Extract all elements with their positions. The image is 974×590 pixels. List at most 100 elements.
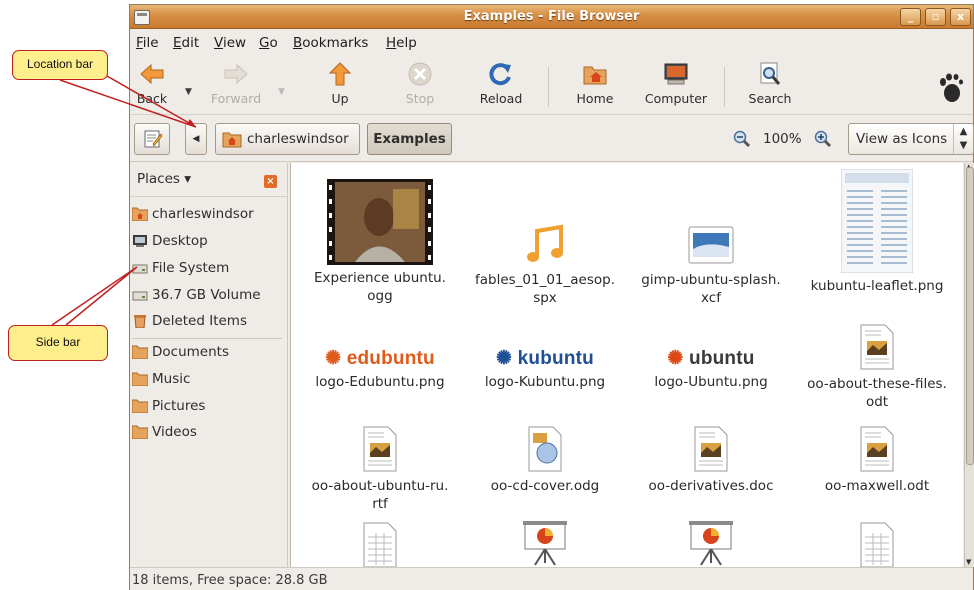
menu-help[interactable]: Help	[386, 35, 417, 51]
crumb-home-label: charleswindsor	[247, 131, 349, 147]
menu-bar: File Edit View Go Bookmarks Help	[130, 30, 973, 56]
close-side-pane-icon[interactable]: ×	[264, 175, 277, 188]
path-crumb-home[interactable]: charleswindsor	[215, 123, 360, 155]
search-button[interactable]: Search	[742, 61, 798, 111]
document-icon	[363, 426, 397, 472]
side-bar-pointer	[51, 266, 138, 326]
menu-bookmarks[interactable]: Bookmarks	[293, 35, 368, 51]
file-item[interactable]: oo-derivatives.doc	[631, 425, 791, 495]
zoom-level[interactable]: 100%	[763, 131, 802, 147]
scrollbar-thumb[interactable]	[966, 167, 974, 465]
kubuntu-logo: ✺ kubuntu	[496, 348, 594, 369]
file-name: gimp-ubuntu-splash. xcf	[641, 272, 781, 306]
sidebar-item-label: Documents	[152, 344, 229, 360]
folder-icon	[132, 372, 148, 386]
sidebar-item-label: Deleted Items	[152, 313, 247, 329]
music-note-icon	[527, 224, 563, 262]
file-item[interactable]: kubuntu-leaflet.png	[797, 168, 957, 295]
file-item[interactable]: oo-about-these-files. odt	[797, 323, 957, 411]
toggle-location-entry-button[interactable]	[134, 123, 170, 155]
file-item[interactable]: Experience ubuntu. ogg	[300, 179, 460, 305]
reload-button[interactable]: Reload	[474, 61, 528, 111]
stop-button[interactable]: Stop	[398, 61, 442, 111]
file-item[interactable]: gimp-ubuntu-splash. xcf	[631, 223, 791, 307]
file-item[interactable]: ✺ edubuntu logo-Edubuntu.png	[300, 347, 460, 391]
file-name: Experience ubuntu. ogg	[314, 270, 446, 304]
reload-label: Reload	[479, 91, 523, 106]
title-bar[interactable]: Examples - File Browser _ ▫ x	[130, 5, 973, 29]
file-item[interactable]: ✺ kubuntu logo-Kubuntu.png	[465, 347, 625, 391]
menu-file[interactable]: File	[136, 35, 159, 51]
path-scroll-left-button[interactable]: ◀	[185, 123, 207, 155]
sidebar-item-label: Pictures	[152, 398, 206, 414]
kubuntu-logo-text: kubuntu	[517, 348, 594, 369]
side-bar-callout: Side bar	[8, 325, 108, 361]
computer-label: Computer	[644, 91, 708, 106]
ubuntu-logo-text: ubuntu	[689, 348, 755, 369]
trash-icon	[134, 315, 146, 328]
menu-go[interactable]: Go	[259, 35, 278, 51]
home-folder-icon	[132, 207, 148, 221]
sidebar-item-home[interactable]: charleswindsor	[132, 203, 282, 227]
file-item[interactable]	[465, 519, 625, 567]
back-button[interactable]: Back	[132, 61, 172, 111]
sidebar-item-videos[interactable]: Videos	[132, 421, 282, 445]
up-button[interactable]: Up	[320, 61, 360, 111]
file-item[interactable]	[797, 521, 957, 567]
gnome-foot-icon	[940, 73, 963, 102]
location-bar: ◀ charleswindsor Examples 100% View as I…	[130, 116, 974, 162]
file-name: oo-maxwell.odt	[824, 478, 930, 494]
forward-button[interactable]: Forward	[206, 61, 266, 111]
vertical-scrollbar[interactable]: ▲ ▼	[964, 163, 974, 567]
minimize-button[interactable]: _	[900, 8, 921, 26]
computer-icon	[664, 63, 688, 85]
menu-edit[interactable]: Edit	[173, 35, 199, 51]
back-label: Back	[136, 91, 168, 106]
edubuntu-logo-text: edubuntu	[346, 348, 435, 369]
side-pane-header: Places ▾ ×	[130, 163, 288, 197]
file-item[interactable]: oo-about-ubuntu-ru. rtf	[300, 425, 460, 513]
view-mode-select[interactable]: View as Icons ▲ ▼	[848, 123, 974, 155]
file-name: kubuntu-leaflet.png	[810, 278, 944, 294]
view-mode-value: View as Icons	[856, 131, 948, 147]
scroll-down-arrow-icon[interactable]: ▼	[966, 558, 971, 566]
file-item[interactable]: fables_01_01_aesop. spx	[465, 223, 625, 307]
up-arrow-icon	[328, 62, 352, 86]
stop-label: Stop	[405, 91, 435, 106]
document-icon	[694, 426, 728, 472]
sidebar-item-documents[interactable]: Documents	[132, 341, 282, 365]
back-history-arrow-icon[interactable]: ▼	[185, 87, 192, 97]
computer-button[interactable]: Computer	[640, 61, 712, 111]
file-item[interactable]: oo-cd-cover.odg	[465, 425, 625, 495]
menu-view[interactable]: View	[214, 35, 246, 51]
sidebar-item-label: Videos	[152, 424, 197, 440]
path-crumb-examples[interactable]: Examples	[367, 123, 452, 155]
zoom-out-icon[interactable]	[733, 130, 751, 148]
search-icon	[760, 62, 781, 85]
sidebar-item-music[interactable]: Music	[132, 368, 282, 392]
file-item[interactable]	[631, 519, 791, 567]
file-item[interactable]: ✺ ubuntu logo-Ubuntu.png	[631, 347, 791, 391]
sidebar-item-pictures[interactable]: Pictures	[132, 395, 282, 419]
maximize-button[interactable]: ▫	[925, 8, 946, 26]
file-item[interactable]: oo-maxwell.odt	[797, 425, 957, 495]
spreadsheet-icon	[860, 522, 894, 567]
sidebar-item-trash[interactable]: Deleted Items	[132, 310, 282, 334]
sidebar-item-file-system[interactable]: File System	[132, 257, 282, 281]
places-dropdown[interactable]: Places ▾	[137, 171, 191, 187]
file-item[interactable]	[300, 521, 460, 567]
video-thumbnail	[327, 179, 433, 265]
file-name: oo-about-ubuntu-ru. rtf	[311, 478, 449, 512]
home-button[interactable]: Home	[570, 61, 620, 111]
sidebar-item-volume[interactable]: 36.7 GB Volume	[132, 284, 282, 308]
toolbar-separator	[724, 67, 725, 107]
icon-view[interactable]: Experience ubuntu. ogg fables_01_01_aeso…	[290, 163, 963, 567]
stop-icon	[408, 62, 432, 86]
sidebar-item-desktop[interactable]: Desktop	[132, 230, 282, 254]
sidebar-item-label: charleswindsor	[152, 206, 254, 222]
ubuntu-logo: ✺ ubuntu	[667, 348, 755, 369]
zoom-in-icon[interactable]	[814, 130, 832, 148]
close-button[interactable]: x	[950, 8, 971, 26]
forward-history-arrow-icon[interactable]: ▼	[278, 87, 285, 97]
up-label: Up	[331, 91, 349, 106]
